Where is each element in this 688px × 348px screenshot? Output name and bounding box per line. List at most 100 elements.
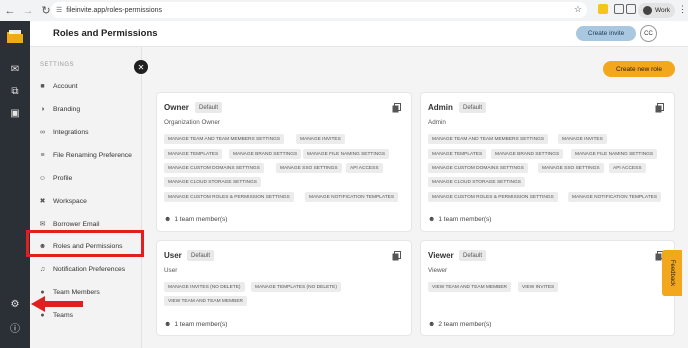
browser-toolbar: ← → ↻ ☰ fileinvite.app/roles-permissions…: [0, 0, 688, 21]
profile-avatar-icon: [643, 6, 652, 15]
member-count-text: 2 team member(s): [438, 321, 492, 328]
bell-icon: ♫: [39, 265, 46, 273]
permission-tag: MANAGE TEAM AND TEAM MEMBERS SETTINGS: [428, 134, 549, 144]
feedback-tab[interactable]: Feedback: [662, 250, 682, 296]
role-subtitle: Viewer: [428, 267, 448, 274]
tools-icon: ✖: [39, 198, 46, 205]
sidebar-item-label: Integrations: [53, 128, 89, 136]
permission-tag: MANAGE FILE NAMING SETTINGS: [571, 149, 658, 159]
permission-tag: MANAGE BRAND SETTINGS: [229, 149, 302, 159]
permission-tag: MANAGE CUSTOM DOMAINS SETTINGS: [428, 163, 528, 173]
profile-button[interactable]: Work: [638, 3, 676, 18]
permission-tag: MANAGE CUSTOM ROLES & PERMISSION SETTING…: [428, 192, 558, 202]
sidebar-item-profile[interactable]: ☺ Profile: [38, 170, 142, 186]
sidebar-item-label: Account: [53, 82, 78, 90]
permission-tag: MANAGE TEMPLATES: [428, 149, 487, 159]
site-info-icon[interactable]: ☰: [56, 6, 62, 14]
address-bar[interactable]: ☰ fileinvite.app/roles-permissions ☆: [51, 2, 587, 18]
sidebar-item-notification-preferences[interactable]: ♫ Notification Preferences: [38, 261, 142, 277]
permission-tag: VIEW TEAM AND TEAM MEMBER: [164, 296, 247, 306]
back-icon[interactable]: ←: [2, 3, 18, 19]
person-icon: ☻: [164, 216, 172, 223]
browser-menu-icon[interactable]: ⋮: [678, 4, 687, 15]
permission-tag: MANAGE INVITES (NO DELETE): [164, 282, 245, 292]
role-card-owner[interactable]: Owner Default Organization Owner MANAGE …: [156, 92, 412, 232]
person-icon: ☻: [164, 321, 172, 328]
permission-tag: MANAGE CUSTOM ROLES & PERMISSION SETTING…: [164, 192, 294, 202]
extension-icon[interactable]: [598, 4, 608, 14]
copy-icon[interactable]: [392, 103, 401, 113]
sidebar-item-account[interactable]: ■ Account: [38, 78, 142, 94]
permission-tag: API ACCESS: [346, 163, 383, 173]
default-badge: Default: [459, 250, 487, 261]
role-subtitle: User: [164, 267, 178, 274]
default-badge: Default: [459, 102, 487, 113]
link-icon: ∞: [40, 128, 45, 136]
sidebar-item-label: Workspace: [53, 197, 87, 205]
create-new-role-button[interactable]: Create new role: [603, 61, 675, 77]
bookmark-star-icon[interactable]: ☆: [574, 4, 582, 15]
sidebar-item-workspace[interactable]: ✖ Workspace: [38, 193, 142, 209]
sidebar-item-label: Teams: [53, 311, 74, 319]
permission-tag: MANAGE CLOUD STORAGE SETTINGS: [428, 177, 525, 187]
member-count: ☻ 1 team member(s): [164, 321, 227, 328]
user-icon: ☺: [38, 174, 47, 182]
profile-label: Work: [655, 7, 671, 14]
role-subtitle: Organization Owner: [164, 119, 220, 126]
permission-tag: MANAGE INVITES: [558, 134, 607, 144]
page-title: Roles and Permissions: [53, 28, 158, 39]
app-logo-icon[interactable]: [6, 28, 24, 44]
permission-tag: MANAGE FILE NAMING SETTINGS: [303, 149, 390, 159]
page-header: Roles and Permissions Create invite CC: [30, 21, 688, 47]
palette-icon: ◑: [40, 105, 45, 113]
permission-tag: API ACCESS: [609, 163, 646, 173]
copy-documents-icon[interactable]: ⧉: [7, 83, 23, 99]
url-text: fileinvite.app/roles-permissions: [66, 6, 162, 14]
sidebar-item-label: Notification Preferences: [53, 265, 126, 273]
role-card-admin[interactable]: Admin Default Admin MANAGE TEAM AND TEAM…: [420, 92, 675, 232]
sidebar-item-file-renaming[interactable]: ≡ File Renaming Preference: [38, 147, 142, 163]
default-badge: Default: [187, 250, 215, 261]
settings-gear-icon[interactable]: ⚙: [7, 296, 23, 312]
member-count: ☻ 1 team member(s): [428, 216, 491, 223]
puzzle-extensions-icon[interactable]: [614, 4, 624, 14]
forward-icon[interactable]: →: [20, 3, 36, 19]
sidebar-item-label: Profile: [53, 174, 73, 182]
role-subtitle: Admin: [428, 119, 446, 126]
sidebar-item-branding[interactable]: ◑ Branding: [38, 101, 142, 117]
permission-tag: MANAGE SSO SETTINGS: [538, 163, 604, 173]
sidebar-item-label: File Renaming Preference: [53, 151, 132, 159]
help-icon[interactable]: ⓘ: [7, 319, 23, 335]
annotation-highlight-box: [26, 230, 144, 257]
copy-icon[interactable]: [392, 251, 401, 261]
permission-tag: MANAGE CUSTOM DOMAINS SETTINGS: [164, 163, 264, 173]
person-icon: ☻: [428, 321, 436, 328]
user-avatar[interactable]: CC: [640, 25, 657, 42]
role-card-user[interactable]: User Default User MANAGE INVITES (NO DEL…: [156, 240, 412, 336]
permission-tag: MANAGE TEMPLATES (NO DELETE): [251, 282, 341, 292]
app-rail: ✉ ⧉ ▣ ⚙ ⓘ: [0, 21, 30, 348]
role-title: Owner: [164, 103, 189, 112]
permission-tag: MANAGE INVITES: [296, 134, 345, 144]
sidebar-item-label: Branding: [53, 105, 81, 113]
account-icon: ■: [40, 82, 45, 90]
default-badge: Default: [195, 102, 223, 113]
person-icon: ☻: [428, 216, 436, 223]
sliders-icon: ≡: [40, 151, 45, 159]
sidebar-item-integrations[interactable]: ∞ Integrations: [38, 124, 142, 140]
copy-icon[interactable]: [655, 103, 664, 113]
permission-tag: VIEW INVITES: [518, 282, 559, 292]
contacts-icon[interactable]: ▣: [7, 105, 23, 121]
member-count-text: 1 team member(s): [174, 216, 228, 223]
permission-tag: MANAGE NOTIFICATION TEMPLATES: [568, 192, 662, 202]
close-sidebar-button[interactable]: ✕: [134, 60, 148, 74]
create-invite-button[interactable]: Create invite: [576, 26, 636, 41]
permission-tag: MANAGE TEMPLATES: [164, 149, 223, 159]
feedback-label: Feedback: [669, 259, 676, 287]
permission-tag: VIEW TEAM AND TEAM MEMBER: [428, 282, 511, 292]
inbox-icon[interactable]: ✉: [7, 61, 23, 77]
permission-tag: MANAGE CLOUD STORAGE SETTINGS: [164, 177, 261, 187]
sidebar-item-label: Team Members: [53, 288, 100, 296]
role-card-viewer[interactable]: Viewer Default Viewer VIEW TEAM AND TEAM…: [420, 240, 675, 336]
tab-icon[interactable]: [626, 4, 636, 14]
